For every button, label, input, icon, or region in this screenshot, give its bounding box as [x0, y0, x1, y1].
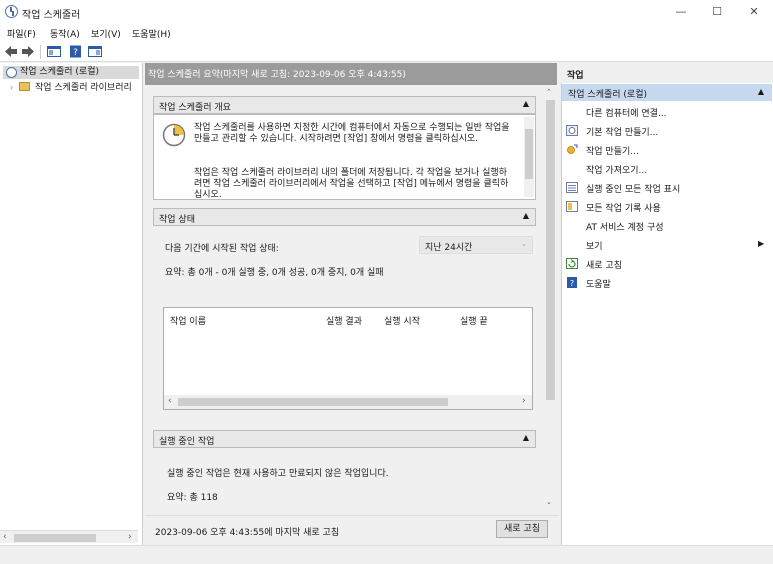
- tree-item-root[interactable]: 작업 스케줄러 (로컬): [3, 66, 139, 79]
- period-value: 지난 24시간: [425, 243, 473, 253]
- minimize-button[interactable]: —: [663, 0, 699, 24]
- running-title: 실행 중인 작업: [159, 437, 215, 447]
- action-view-label: 보기: [586, 242, 603, 252]
- action-at-service-account[interactable]: AT 서비스 계정 구성: [586, 220, 664, 233]
- overview-title: 작업 스케줄러 개요: [159, 103, 231, 113]
- action-pane-icon[interactable]: [88, 45, 102, 58]
- forward-icon[interactable]: [21, 45, 35, 58]
- actions-group-header[interactable]: 작업 스케줄러 (로컬) ▲: [562, 84, 772, 101]
- clock-icon: [6, 67, 17, 78]
- overview-body: 작업 스케줄러를 사용하면 지정한 시간에 컴퓨터에서 자동으로 수행되는 일반…: [153, 114, 536, 200]
- scroll-thumb[interactable]: [178, 398, 448, 406]
- maximize-button[interactable]: ☐: [699, 0, 735, 24]
- back-icon[interactable]: [4, 45, 18, 58]
- running-tasks-icon: [566, 182, 578, 193]
- scroll-right-icon[interactable]: ›: [128, 532, 132, 542]
- overview-scrollbar[interactable]: [524, 117, 534, 197]
- action-create-basic-task[interactable]: 기본 작업 만들기...: [586, 125, 658, 138]
- last-refresh-text: 2023-09-06 오후 4:43:55에 마지막 새로 고침: [155, 528, 340, 538]
- table-horizontal-scrollbar[interactable]: ‹ ›: [164, 395, 532, 409]
- title-bar: 작업 스케줄러 — ☐ ✕: [0, 0, 773, 24]
- scroll-thumb[interactable]: [546, 100, 555, 400]
- summary-footer: 2023-09-06 오후 4:43:55에 마지막 새로 고침 새로 고침: [145, 515, 559, 543]
- column-run-end[interactable]: 실행 끝: [460, 314, 532, 327]
- horizontal-scrollbar[interactable]: ‹ ›: [0, 530, 138, 543]
- action-refresh[interactable]: 새로 고침: [586, 258, 622, 271]
- folder-icon: [19, 82, 31, 91]
- actions-header: 작업: [561, 63, 773, 83]
- collapse-icon[interactable]: ▲: [523, 99, 529, 108]
- refresh-icon: [566, 258, 578, 269]
- history-icon: [566, 201, 578, 212]
- status-body: 다음 기간에 시작된 작업 상태: 지난 24시간 ⌄ 요약: 총 0개 - 0…: [153, 226, 536, 424]
- console-tree: 작업 스케줄러 (로컬) › 작업 스케줄러 라이브러리 ‹ ›: [0, 63, 143, 545]
- overview-text-1: 작업 스케줄러를 사용하면 지정한 시간에 컴퓨터에서 자동으로 수행되는 일반…: [194, 123, 510, 144]
- tree-item-label: 작업 스케줄러 (로컬): [20, 67, 99, 77]
- actions-group-label: 작업 스케줄러 (로컬): [568, 90, 647, 100]
- running-section-header[interactable]: 실행 중인 작업 ▲: [153, 430, 536, 448]
- basic-task-icon: [566, 125, 578, 136]
- running-summary: 요약: 총 118: [167, 493, 218, 503]
- column-run-result[interactable]: 실행 결과: [326, 314, 362, 327]
- scroll-right-icon[interactable]: ›: [522, 396, 526, 406]
- action-create-task[interactable]: 작업 만들기...: [586, 144, 639, 157]
- running-description: 실행 중인 작업은 현재 사용하고 만료되지 않은 작업입니다.: [167, 469, 389, 479]
- menu-bar: 파일(F) 동작(A) 보기(V) 도움말(H): [0, 24, 773, 42]
- menu-action[interactable]: 동작(A): [50, 27, 80, 40]
- status-section-header[interactable]: 작업 상태 ▲: [153, 208, 536, 226]
- scroll-left-icon[interactable]: ‹: [168, 396, 172, 406]
- action-import-task[interactable]: 작업 가져오기...: [586, 163, 647, 176]
- tree-item-label: 작업 스케줄러 라이브러리: [34, 83, 132, 93]
- refresh-button[interactable]: 새로 고침: [496, 520, 548, 538]
- scroll-up-icon[interactable]: ⌃: [546, 88, 552, 96]
- action-help[interactable]: 도움말: [586, 277, 611, 290]
- help-icon: ?: [567, 277, 577, 288]
- action-enable-history[interactable]: 모든 작업 기록 사용: [586, 201, 661, 214]
- status-bar: [0, 545, 773, 564]
- create-task-icon: [567, 144, 578, 154]
- svg-text:?: ?: [73, 48, 78, 58]
- column-task-name[interactable]: 작업 이름: [170, 314, 206, 327]
- column-run-start[interactable]: 실행 시작: [384, 314, 420, 327]
- submenu-arrow-icon: ▶: [758, 239, 765, 248]
- collapse-icon[interactable]: ▲: [523, 211, 529, 220]
- toolbar: ?: [0, 42, 773, 62]
- menu-view[interactable]: 보기(V): [91, 27, 121, 40]
- clock-icon: [162, 123, 186, 147]
- menu-help[interactable]: 도움말(H): [132, 27, 171, 40]
- task-status-table[interactable]: 작업 이름 실행 결과 실행 시작 실행 끝 ‹ ›: [163, 307, 533, 410]
- period-dropdown[interactable]: 지난 24시간 ⌄: [419, 236, 533, 254]
- scroll-left-icon[interactable]: ‹: [3, 532, 7, 542]
- status-period-label: 다음 기간에 시작된 작업 상태:: [165, 244, 279, 254]
- menu-file[interactable]: 파일(F): [7, 27, 36, 40]
- status-summary: 요약: 총 0개 - 0개 실행 중, 0개 성공, 0개 중지, 0개 실패: [165, 268, 384, 278]
- action-connect[interactable]: 다른 컴퓨터에 연결...: [586, 106, 667, 119]
- tree-item-library[interactable]: › 작업 스케줄러 라이브러리: [10, 81, 142, 95]
- chevron-right-icon[interactable]: ›: [10, 83, 13, 92]
- close-button[interactable]: ✕: [736, 0, 772, 24]
- overview-text-2: 작업은 작업 스케줄러 라이브러리 내의 폴더에 저장됩니다. 각 작업을 보거…: [194, 168, 509, 200]
- chevron-down-icon[interactable]: ⌄: [521, 240, 527, 248]
- status-title: 작업 상태: [159, 215, 195, 225]
- collapse-icon[interactable]: ▲: [758, 87, 764, 96]
- svg-text:?: ?: [570, 279, 574, 288]
- console-tree-icon[interactable]: [47, 45, 61, 58]
- collapse-icon[interactable]: ▲: [523, 433, 529, 442]
- summary-header: 작업 스케줄러 요약(마지막 새로 고침: 2023-09-06 오후 4:43…: [145, 63, 557, 85]
- scroll-down-icon[interactable]: ⌄: [546, 498, 552, 506]
- help-icon[interactable]: ?: [69, 45, 83, 58]
- scroll-thumb[interactable]: [14, 534, 96, 542]
- action-view[interactable]: 보기 ▶: [586, 239, 766, 252]
- action-show-running-tasks[interactable]: 실행 중인 모든 작업 표시: [586, 182, 680, 195]
- window-title: 작업 스케줄러: [22, 10, 81, 21]
- table-header: 작업 이름 실행 결과 실행 시작 실행 끝: [164, 308, 532, 328]
- overview-section-header[interactable]: 작업 스케줄러 개요 ▲: [153, 96, 536, 114]
- scroll-thumb[interactable]: [525, 129, 533, 179]
- clock-icon: [5, 5, 18, 18]
